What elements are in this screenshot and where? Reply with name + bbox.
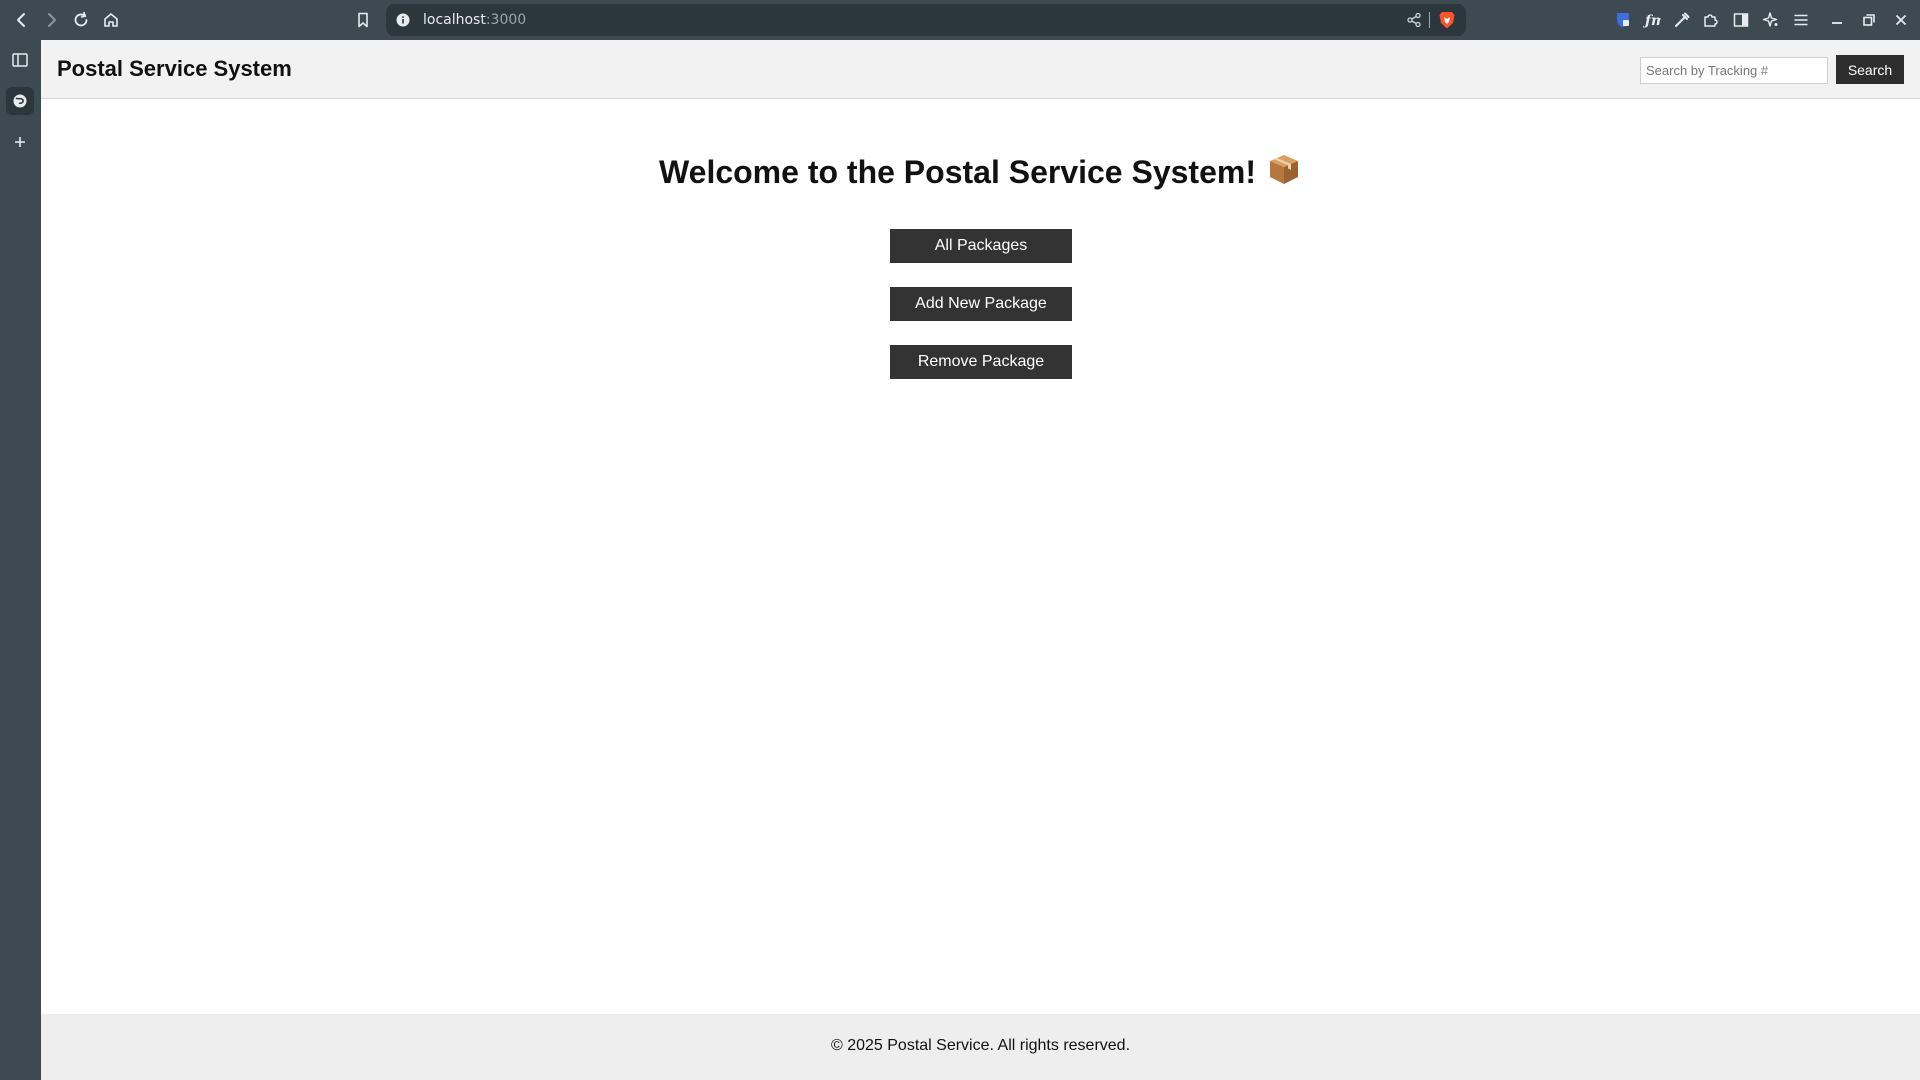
tracking-search-input[interactable] xyxy=(1640,57,1828,84)
address-bar[interactable]: localhost:3000 xyxy=(386,4,1466,36)
welcome-heading: Welcome to the Postal Service System! xyxy=(41,151,1920,195)
remove-package-button[interactable]: Remove Package xyxy=(890,345,1072,379)
package-icon xyxy=(1266,151,1302,195)
globe-tab-icon[interactable] xyxy=(6,87,34,115)
browser-sidebar xyxy=(0,40,41,1080)
page-viewport: Postal Service System Search Welcome to … xyxy=(41,40,1920,1080)
brave-shields-icon[interactable] xyxy=(1438,10,1456,30)
url-port: :3000 xyxy=(485,12,527,28)
menu-icon[interactable] xyxy=(1791,10,1811,30)
main-content: Welcome to the Postal Service System! Al… xyxy=(41,99,1920,1014)
color-picker-icon[interactable] xyxy=(1672,10,1692,30)
minimize-icon[interactable] xyxy=(1827,10,1847,30)
password-manager-icon[interactable] xyxy=(1613,10,1633,30)
url-host: localhost xyxy=(423,12,486,28)
welcome-text: Welcome to the Postal Service System! xyxy=(659,154,1256,190)
sidebar-panel-icon[interactable] xyxy=(6,46,34,74)
back-icon[interactable] xyxy=(10,8,34,32)
reload-icon[interactable] xyxy=(69,8,93,32)
close-window-icon[interactable] xyxy=(1891,10,1911,30)
forward-icon[interactable] xyxy=(39,8,63,32)
home-icon[interactable] xyxy=(99,8,123,32)
font-extension-icon[interactable]: ƒт xyxy=(1642,10,1662,30)
app-header: Postal Service System Search xyxy=(41,40,1920,99)
page-footer: © 2025 Postal Service. All rights reserv… xyxy=(41,1014,1920,1080)
all-packages-button[interactable]: All Packages xyxy=(890,229,1072,263)
svg-text:ƒт: ƒт xyxy=(1643,13,1661,29)
new-tab-icon[interactable] xyxy=(6,128,34,156)
sidebar-toggle-icon[interactable] xyxy=(1731,10,1751,30)
url-text[interactable]: localhost:3000 xyxy=(423,12,526,28)
browser-toolbar: localhost:3000 ƒт xyxy=(0,0,1920,40)
extensions-icon[interactable] xyxy=(1701,10,1721,30)
address-divider xyxy=(1429,12,1430,28)
app-title: Postal Service System xyxy=(57,56,292,81)
add-new-package-button[interactable]: Add New Package xyxy=(890,287,1072,321)
footer-copyright: © 2025 Postal Service. All rights reserv… xyxy=(830,1037,1131,1054)
restore-icon[interactable] xyxy=(1859,10,1879,30)
share-icon[interactable] xyxy=(1406,12,1422,28)
site-info-icon[interactable] xyxy=(395,12,411,28)
leo-ai-icon[interactable] xyxy=(1761,10,1781,30)
search-button[interactable]: Search xyxy=(1836,55,1904,84)
bookmark-icon[interactable] xyxy=(351,8,375,32)
